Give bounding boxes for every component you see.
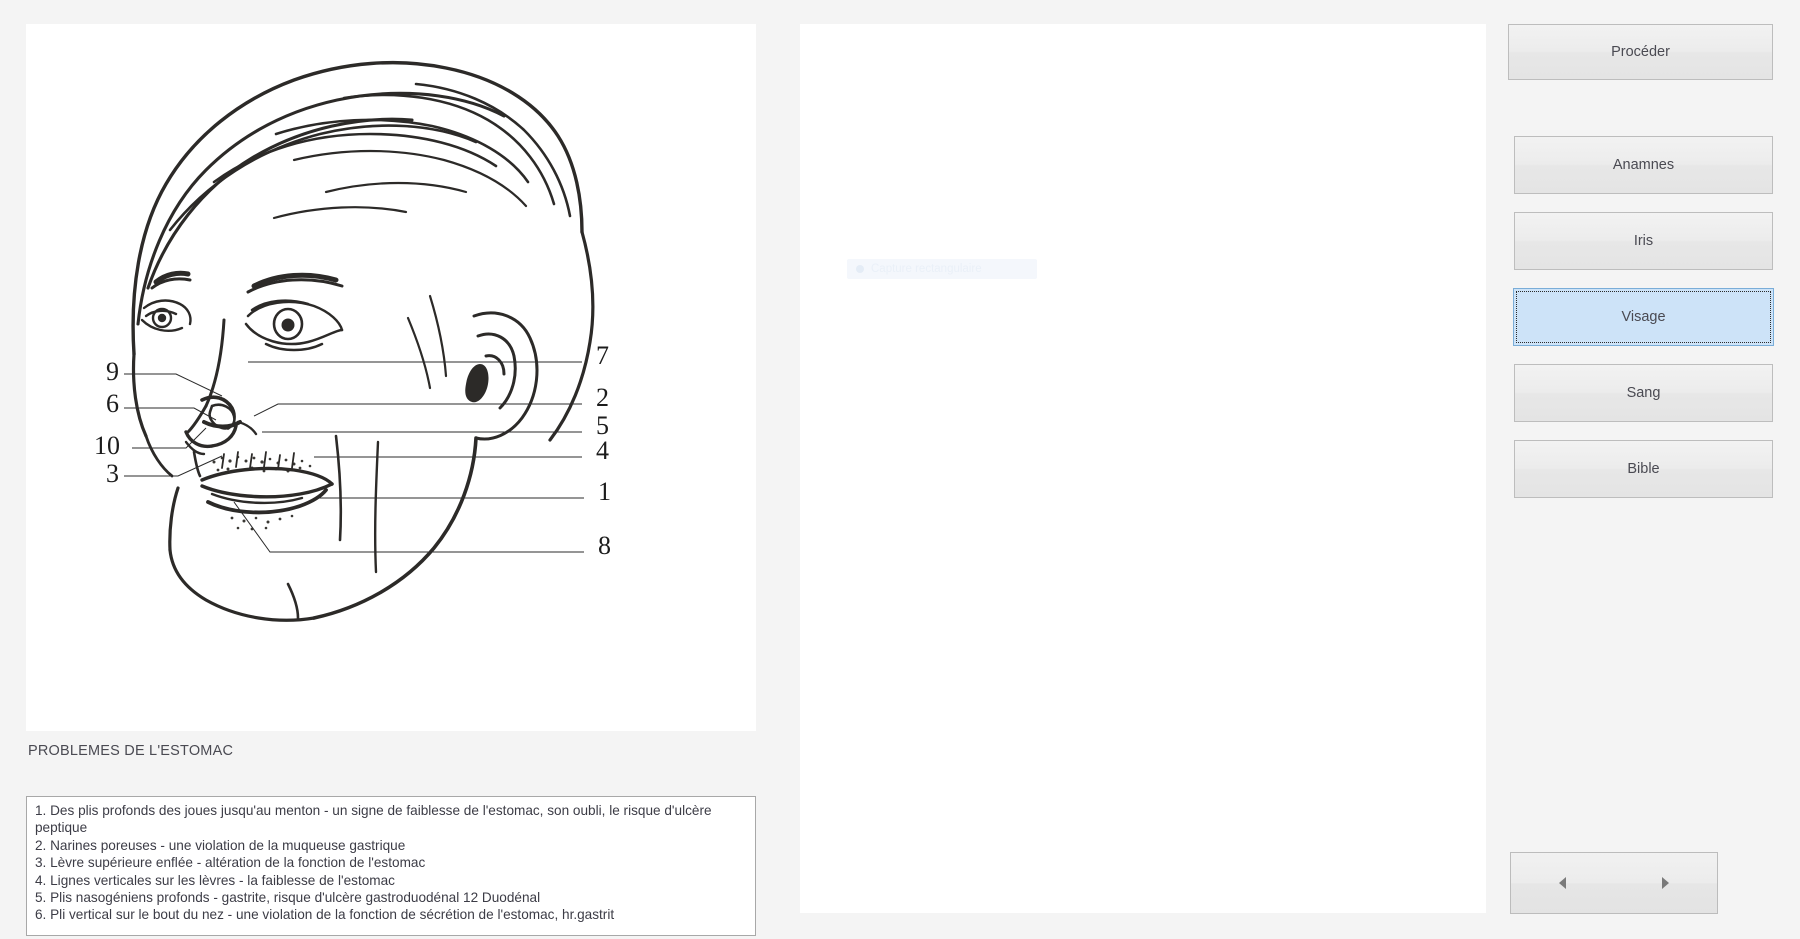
diagram-label-4: 4	[596, 436, 609, 465]
capture-preview-panel[interactable]: Capture rectangulaire	[800, 24, 1486, 913]
diagram-label-3: 3	[106, 459, 119, 488]
face-diagram-panel[interactable]: 9 6 10 3 7 2 5 4 1 8	[26, 24, 756, 731]
face-diagram-svg: 96103725418	[94, 60, 611, 622]
finding-line: 4. Lignes verticales sur les lèvres - la…	[35, 872, 395, 888]
arrow-right-icon	[1662, 877, 1669, 889]
finding-line: 2. Narines poreuses - une violation de l…	[35, 837, 406, 853]
diagram-label-2: 2	[596, 383, 609, 412]
sidebar-button-bible[interactable]: Bible	[1514, 440, 1773, 498]
arrow-left-icon	[1559, 877, 1566, 889]
findings-textbox[interactable]: 1. Des plis profonds des joues jusqu'au …	[26, 796, 756, 936]
sidebar-button-visage[interactable]: Visage	[1513, 288, 1774, 346]
capture-rectangulaire-label: Capture rectangulaire	[871, 263, 982, 275]
sidebar-button-proceder[interactable]: Procéder	[1508, 24, 1773, 80]
sidebar-button-iris[interactable]: Iris	[1514, 212, 1773, 270]
finding-line: 3. Lèvre supérieure enflée - altération …	[35, 855, 426, 871]
finding-line: 5. Plis nasogéniens profonds - gastrite,…	[35, 890, 541, 906]
diagram-label-8: 8	[598, 531, 611, 560]
capture-rectangulaire-hint: Capture rectangulaire	[847, 259, 1037, 279]
camera-icon	[856, 265, 864, 273]
sidebar-button-bible-label: Bible	[1627, 461, 1660, 477]
next-button[interactable]	[1614, 853, 1717, 913]
sidebar-button-sang[interactable]: Sang	[1514, 364, 1773, 422]
sidebar-button-anamnes-label: Anamnes	[1612, 157, 1675, 173]
diagram-label-7: 7	[596, 341, 609, 370]
application-window: 9 6 10 3 7 2 5 4 1 8 PROBLEMES DE L'ESTOMAC 1. De…	[0, 0, 1800, 939]
navigation-panel	[1510, 852, 1718, 914]
finding-line: 1. Des plis profonds des joues jusqu'au …	[35, 803, 716, 836]
sidebar: Procéder Anamnes Iris Visage Sang Bible	[1500, 0, 1800, 939]
sidebar-button-proceder-label: Procéder	[1611, 44, 1670, 60]
sidebar-button-anamnes[interactable]: Anamnes	[1514, 136, 1773, 194]
finding-line: 6. Pli vertical sur le bout du nez - une…	[35, 907, 615, 923]
sidebar-button-visage-label: Visage	[1621, 309, 1666, 325]
diagram-label-9: 9	[106, 357, 119, 386]
sidebar-button-iris-label: Iris	[1633, 233, 1654, 249]
diagram-label-1: 1	[598, 477, 611, 506]
page-title: PROBLEMES DE L'ESTOMAC	[28, 743, 234, 759]
diagram-label-6: 6	[106, 389, 119, 418]
sidebar-button-sang-label: Sang	[1626, 385, 1661, 401]
left-column: 9 6 10 3 7 2 5 4 1 8 PROBLEMES DE L'ESTOMAC 1. De…	[26, 24, 756, 936]
diagram-label-10: 10	[94, 431, 120, 460]
findings-content: 1. Des plis profonds des joues jusqu'au …	[35, 802, 748, 924]
previous-button[interactable]	[1511, 853, 1614, 913]
